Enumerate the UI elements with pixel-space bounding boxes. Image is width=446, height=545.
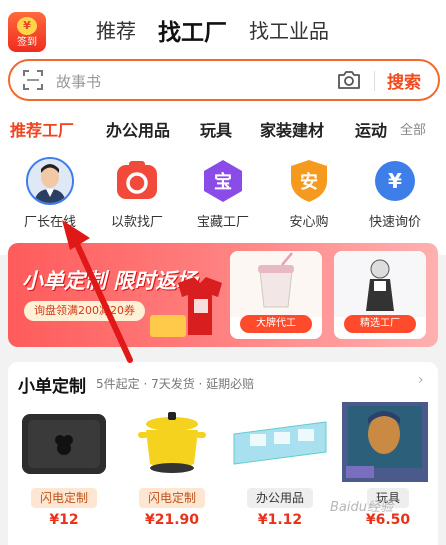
watermark: Baidu经验 [330, 500, 393, 515]
annotation-arrow [62, 220, 133, 363]
